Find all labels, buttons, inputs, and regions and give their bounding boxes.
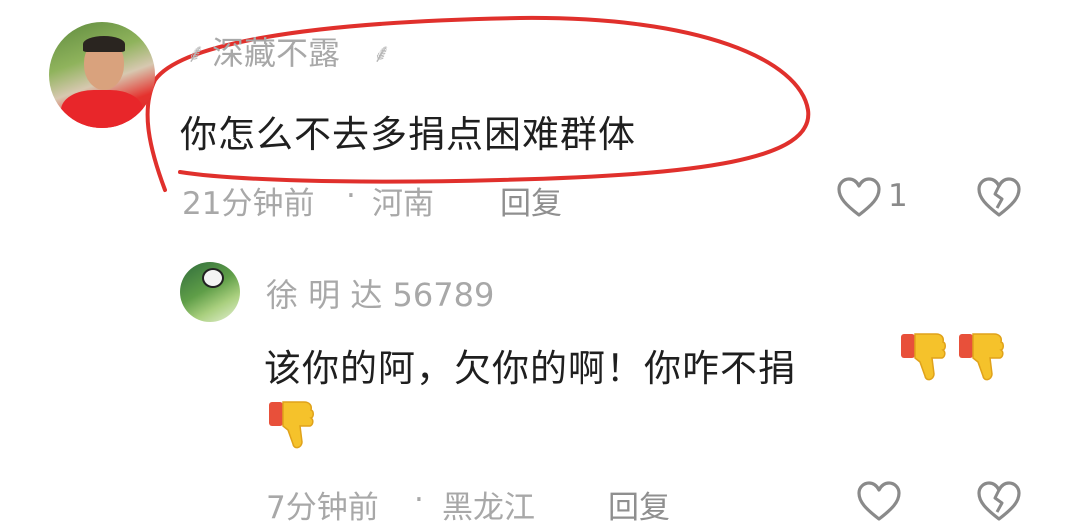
reply-time: 7分钟前 [266,490,379,526]
comment-text: 你怎么不去多捐点困难群体 [180,113,636,156]
meta-separator: · [414,482,424,518]
avatar[interactable] [180,262,240,322]
thumbs-down-emoji [269,401,314,449]
meta-separator: · [346,178,356,214]
reply-username[interactable]: 徐 明 达 56789 [266,270,494,316]
annotation-circle [145,15,811,192]
comment-username[interactable]: 深藏不露 [212,28,340,74]
thumbs-down-emoji [901,333,946,381]
reply-button[interactable]: 回复 [500,178,562,223]
broken-heart-icon[interactable] [976,480,1022,522]
comment-time: 21分钟前 [182,186,315,222]
reply-button[interactable]: 回复 [608,482,670,527]
heart-icon[interactable] [836,176,882,218]
reply-text: 该你的阿，欠你的啊！你咋不捐 [264,347,796,390]
username-decoration-right: ⸙ [372,39,392,69]
heart-icon[interactable] [856,480,902,522]
like-count: 1 [888,178,908,214]
avatar[interactable] [49,22,155,128]
broken-heart-icon[interactable] [976,176,1022,218]
username-decoration-left: ⸙ [186,39,206,69]
thumbs-down-emoji [959,333,1004,381]
comment-location: 河南 [372,186,434,222]
reply-location: 黑龙江 [442,490,535,526]
